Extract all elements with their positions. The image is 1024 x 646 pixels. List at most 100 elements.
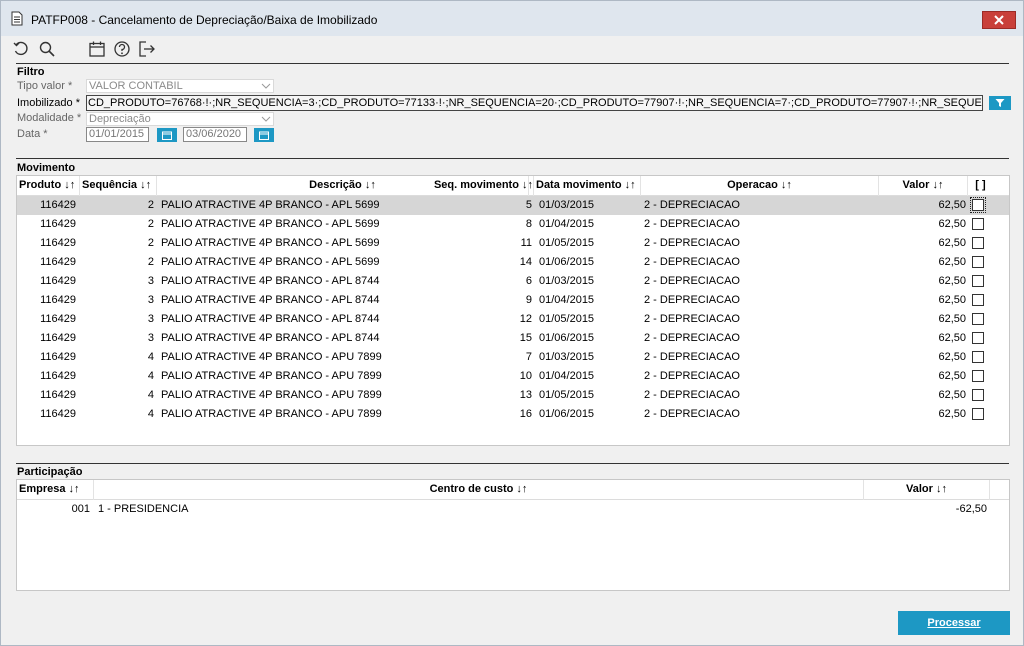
- cell-produto: 116429: [40, 275, 76, 287]
- imobilizado-field[interactable]: CD_PRODUTO=76768·!·;NR_SEQUENCIA=3·;CD_P…: [86, 95, 983, 111]
- row-checkbox[interactable]: [972, 389, 984, 401]
- data-start-input[interactable]: 01/01/2015: [86, 127, 149, 142]
- table-row[interactable]: 001 1 - PRESIDENCIA -62,50: [17, 500, 1009, 519]
- calendar-icon[interactable]: [88, 40, 106, 58]
- cell-descricao: PALIO ATRACTIVE 4P BRANCO - APL 8744: [161, 313, 380, 325]
- modalidade-value: Depreciação: [89, 113, 151, 125]
- row-checkbox[interactable]: [972, 237, 984, 249]
- cell-data-movimento: 01/03/2015: [539, 199, 595, 211]
- row-checkbox[interactable]: [970, 197, 986, 213]
- row-checkbox[interactable]: [972, 218, 984, 230]
- col-centro-custo[interactable]: Centro de custo ↓↑: [94, 480, 864, 500]
- help-icon[interactable]: [113, 40, 131, 58]
- cell-valor: 62,50: [938, 351, 966, 363]
- processar-button[interactable]: Processar: [898, 611, 1010, 635]
- cell-operacao: 2 - DEPRECIACAO: [644, 313, 740, 325]
- col-valor[interactable]: Valor ↓↑: [864, 480, 990, 500]
- cell-data-movimento: 01/06/2015: [539, 408, 595, 420]
- tipo-valor-select[interactable]: VALOR CONTABIL: [86, 79, 274, 93]
- filtro-divider: [16, 63, 1009, 64]
- table-row[interactable]: 116429 3 PALIO ATRACTIVE 4P BRANCO - APL 8…: [17, 329, 1009, 348]
- table-row[interactable]: 116429 4 PALIO ATRACTIVE 4P BRANCO - APU 7…: [17, 386, 1009, 405]
- search-icon[interactable]: [38, 40, 56, 58]
- cell-produto: 116429: [40, 313, 76, 325]
- cell-data-movimento: 01/04/2015: [539, 294, 595, 306]
- row-checkbox[interactable]: [972, 351, 984, 363]
- cell-seq-movimento: 9: [525, 294, 532, 306]
- table-row[interactable]: 116429 3 PALIO ATRACTIVE 4P BRANCO - APL 8…: [17, 272, 1009, 291]
- cell-data-movimento: 01/04/2015: [539, 218, 595, 230]
- row-checkbox[interactable]: [972, 256, 984, 268]
- participacao-title: Participação: [17, 466, 83, 478]
- chevron-down-icon: [261, 116, 271, 122]
- cell-seq-movimento: 12: [519, 313, 532, 325]
- cell-valor: 62,50: [938, 294, 966, 306]
- col-operacao[interactable]: Operacao ↓↑: [641, 176, 879, 196]
- cell-produto: 116429: [40, 294, 76, 306]
- table-row[interactable]: 116429 3 PALIO ATRACTIVE 4P BRANCO - APL 8…: [17, 310, 1009, 329]
- cell-sequencia: 2: [147, 199, 154, 211]
- cell-valor: 62,50: [938, 332, 966, 344]
- cell-seq-movimento: 13: [519, 389, 532, 401]
- cell-seq-movimento: 8: [525, 218, 532, 230]
- cell-valor: 62,50: [938, 275, 966, 287]
- col-data-movimento[interactable]: Data movimento ↓↑: [534, 176, 641, 196]
- data-end-calendar-button[interactable]: [254, 128, 274, 142]
- cell-sequencia: 2: [147, 237, 154, 249]
- row-checkbox[interactable]: [972, 408, 984, 420]
- cell-data-movimento: 01/05/2015: [539, 237, 595, 249]
- col-seq-movimento[interactable]: Seq. movimento ↓↑: [429, 176, 534, 196]
- cell-valor: 62,50: [938, 313, 966, 325]
- cell-produto: 116429: [40, 408, 76, 420]
- refresh-icon[interactable]: [12, 40, 30, 58]
- table-row[interactable]: 116429 3 PALIO ATRACTIVE 4P BRANCO - APL 8…: [17, 291, 1009, 310]
- table-row[interactable]: 116429 2 PALIO ATRACTIVE 4P BRANCO - APL 5…: [17, 215, 1009, 234]
- toolbar: [1, 36, 1023, 64]
- title-bar: PATFP008 - Cancelamento de Depreciação/B…: [1, 1, 1023, 36]
- cell-descricao: PALIO ATRACTIVE 4P BRANCO - APL 5699: [161, 199, 380, 211]
- cell-data-movimento: 01/06/2015: [539, 256, 595, 268]
- cell-descricao: PALIO ATRACTIVE 4P BRANCO - APL 8744: [161, 332, 380, 344]
- cell-data-movimento: 01/03/2015: [539, 351, 595, 363]
- row-checkbox[interactable]: [972, 370, 984, 382]
- app-window: PATFP008 - Cancelamento de Depreciação/B…: [0, 0, 1024, 646]
- data-label: Data *: [17, 128, 48, 140]
- col-produto[interactable]: Produto ↓↑: [17, 176, 80, 196]
- participacao-grid: Empresa ↓↑ Centro de custo ↓↑ Valor ↓↑ 0…: [16, 479, 1010, 591]
- table-row[interactable]: 116429 4 PALIO ATRACTIVE 4P BRANCO - APU 7…: [17, 348, 1009, 367]
- cell-sequencia: 2: [147, 256, 154, 268]
- data-start-calendar-button[interactable]: [157, 128, 177, 142]
- exit-icon[interactable]: [138, 40, 156, 58]
- cell-descricao: PALIO ATRACTIVE 4P BRANCO - APL 8744: [161, 294, 380, 306]
- calendar-icon: [162, 131, 172, 140]
- col-select-all[interactable]: [ ]: [968, 176, 993, 196]
- row-checkbox[interactable]: [972, 313, 984, 325]
- window-title: PATFP008 - Cancelamento de Depreciação/B…: [31, 13, 378, 27]
- filter-button[interactable]: [989, 96, 1011, 110]
- cell-produto: 116429: [40, 351, 76, 363]
- table-row[interactable]: 116429 4 PALIO ATRACTIVE 4P BRANCO - APU 7…: [17, 405, 1009, 424]
- close-button[interactable]: [982, 11, 1016, 29]
- participacao-divider: [16, 463, 1009, 464]
- table-row[interactable]: 116429 2 PALIO ATRACTIVE 4P BRANCO - APL 5…: [17, 253, 1009, 272]
- filtro-title: Filtro: [17, 66, 45, 78]
- cell-data-movimento: 01/05/2015: [539, 389, 595, 401]
- table-row[interactable]: 116429 2 PALIO ATRACTIVE 4P BRANCO - APL 5…: [17, 196, 1009, 215]
- row-checkbox[interactable]: [972, 275, 984, 287]
- row-checkbox[interactable]: [972, 332, 984, 344]
- cell-data-movimento: 01/04/2015: [539, 370, 595, 382]
- col-sequencia[interactable]: Sequência ↓↑: [80, 176, 157, 196]
- cell-seq-movimento: 15: [519, 332, 532, 344]
- cell-data-movimento: 01/06/2015: [539, 332, 595, 344]
- movimento-grid: Produto ↓↑ Sequência ↓↑ Descrição ↓↑ Seq…: [16, 175, 1010, 446]
- filter-icon: [995, 99, 1005, 107]
- table-row[interactable]: 116429 2 PALIO ATRACTIVE 4P BRANCO - APL 5…: [17, 234, 1009, 253]
- row-checkbox[interactable]: [972, 294, 984, 306]
- col-valor[interactable]: Valor ↓↑: [879, 176, 968, 196]
- table-row[interactable]: 116429 4 PALIO ATRACTIVE 4P BRANCO - APU 7…: [17, 367, 1009, 386]
- data-end-input[interactable]: 03/06/2020: [183, 127, 247, 142]
- modalidade-select[interactable]: Depreciação: [86, 112, 274, 126]
- col-empresa[interactable]: Empresa ↓↑: [17, 480, 94, 500]
- cell-produto: 116429: [40, 389, 76, 401]
- cell-produto: 116429: [40, 370, 76, 382]
